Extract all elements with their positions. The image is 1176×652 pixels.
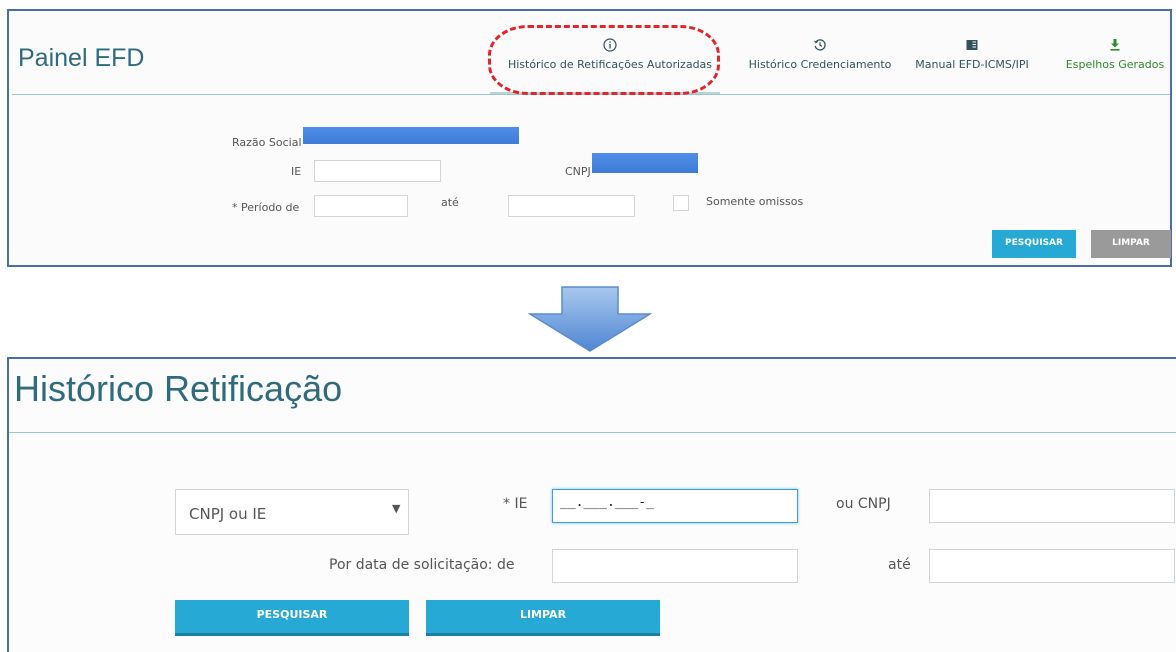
redacted-razao-social xyxy=(303,127,519,144)
nav-label: Manual EFD-ICMS/IPI xyxy=(915,58,1029,71)
periodo-de-input[interactable] xyxy=(314,195,408,217)
pesquisar-button[interactable]: PESQUISAR xyxy=(175,600,409,636)
limpar-button[interactable]: LIMPAR xyxy=(1091,230,1171,258)
ie-label: * IE xyxy=(503,496,528,512)
nav-label: Histórico Credenciamento xyxy=(748,58,892,71)
ie-label: IE xyxy=(291,165,302,178)
nav-manual-efd[interactable]: Manual EFD-ICMS/IPI xyxy=(912,38,1032,71)
data-de-input[interactable] xyxy=(552,549,798,583)
nav-historico-credenciamento[interactable]: Histórico Credenciamento xyxy=(745,38,895,71)
por-data-label: Por data de solicitação: de xyxy=(329,557,515,573)
divider xyxy=(9,432,1176,433)
ie-input[interactable] xyxy=(314,160,441,182)
ie-input-mask: __.___.___-_ xyxy=(560,495,654,510)
caret-down-icon: ▼ xyxy=(392,502,401,515)
page-title: Painel EFD xyxy=(18,44,145,72)
history-icon xyxy=(814,39,826,51)
ou-cnpj-label: ou CNPJ xyxy=(836,496,891,512)
periodo-ate-input[interactable] xyxy=(508,195,635,217)
download-icon xyxy=(1110,39,1120,51)
ate-label: até xyxy=(888,557,911,573)
limpar-button[interactable]: LIMPAR xyxy=(426,600,660,636)
redacted-cnpj xyxy=(592,153,698,173)
select-value: CNPJ ou IE xyxy=(189,505,267,523)
cnpj-label: CNPJ xyxy=(565,165,591,178)
data-ate-input[interactable] xyxy=(929,549,1175,583)
pesquisar-button[interactable]: PESQUISAR xyxy=(992,230,1076,258)
page-title: Histórico Retificação xyxy=(14,368,343,409)
periodo-label: * Período de xyxy=(232,201,300,214)
nav-espelhos-gerados[interactable]: Espelhos Gerados xyxy=(1060,38,1170,71)
highlight-annotation xyxy=(488,25,720,95)
cnpj-input[interactable] xyxy=(929,489,1175,523)
book-icon xyxy=(966,40,978,50)
somente-omissos-label: Somente omissos xyxy=(706,195,804,208)
arrow-down-icon xyxy=(528,286,652,352)
ate-label: até xyxy=(441,196,459,209)
nav-label: Espelhos Gerados xyxy=(1065,58,1165,71)
somente-omissos-checkbox[interactable] xyxy=(673,195,689,211)
razao-social-label: Razão Social xyxy=(232,136,302,149)
